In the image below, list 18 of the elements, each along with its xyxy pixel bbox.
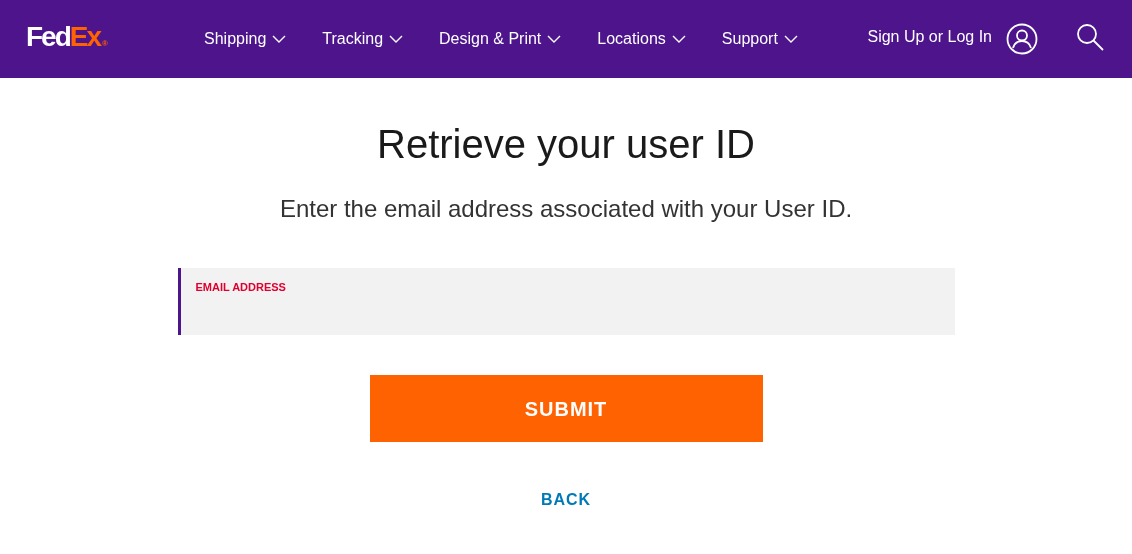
nav-menu[interactable]: Locations: [597, 27, 686, 51]
search-icon[interactable]: [1076, 23, 1104, 51]
instruction-text: Enter the email address associated with your User ID.: [279, 194, 853, 224]
page-title: Retrieve your user ID: [377, 121, 755, 168]
sign-in-link[interactable]: Sign Up or Log In: [867, 25, 992, 49]
nav-menu[interactable]: Support: [721, 27, 798, 51]
chevron-down-icon: [783, 35, 798, 43]
chevron-down-icon: [389, 35, 404, 43]
email-field[interactable]: EMAIL ADDRESS: [177, 268, 955, 335]
nav-menu[interactable]: Tracking: [322, 27, 404, 51]
chevron-down-icon: [547, 35, 562, 43]
chevron-down-icon: [671, 35, 686, 43]
nav-menu[interactable]: Design & Print: [439, 27, 562, 51]
user-icon[interactable]: [1006, 23, 1038, 55]
chevron-down-icon: [272, 35, 287, 43]
nav-menu[interactable]: Shipping: [204, 27, 287, 51]
logo[interactable]: FedEx®: [26, 23, 204, 51]
back-link[interactable]: BACK: [540, 488, 592, 512]
